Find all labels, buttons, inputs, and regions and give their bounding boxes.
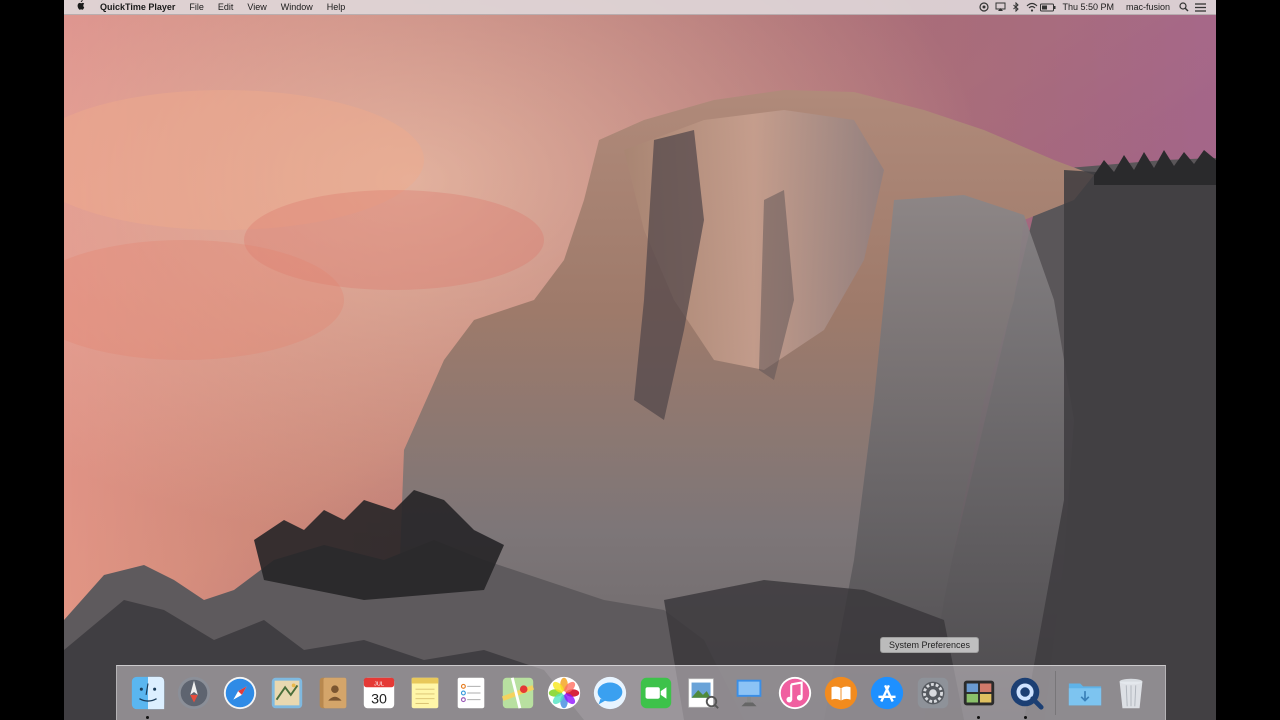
menu-user[interactable]: mac-fusion [1120,0,1176,14]
itunes-icon[interactable] [775,673,815,713]
battery-icon[interactable] [1040,0,1056,14]
menu-file[interactable]: File [182,0,211,14]
menu-app-name[interactable]: QuickTime Player [93,0,182,14]
display-icon[interactable] [976,0,992,14]
menu-bar: QuickTime Player File Edit View Window H… [64,0,1216,15]
safari-icon[interactable] [220,673,260,713]
notification-center-icon[interactable] [1192,0,1208,14]
calendar-icon[interactable]: JUL 30 [359,673,399,713]
preview-icon[interactable] [682,673,722,713]
wifi-icon[interactable] [1024,0,1040,14]
menu-view[interactable]: View [240,0,273,14]
folder-icon[interactable] [1065,673,1105,713]
running-indicator [1023,716,1027,719]
finder-icon[interactable] [128,673,168,719]
trash-icon[interactable] [1111,673,1151,713]
menu-edit[interactable]: Edit [211,0,241,14]
calendar-month: JUL [374,681,384,687]
mail-icon[interactable] [267,673,307,713]
dock: JUL 30 [116,665,1166,720]
airplay-icon[interactable] [992,0,1008,14]
maps-icon[interactable] [498,673,538,713]
app-store-icon[interactable] [867,673,907,713]
apple-icon[interactable] [64,0,93,15]
contacts-icon[interactable] [313,673,353,713]
menu-window[interactable]: Window [274,0,320,14]
bluetooth-icon[interactable] [1008,0,1024,14]
ibooks-icon[interactable] [821,673,861,713]
keynote-icon[interactable] [729,673,769,713]
system-preferences-icon[interactable] [913,673,953,713]
messages-icon[interactable] [590,673,630,713]
photo-booth-icon[interactable] [959,673,999,719]
spotlight-icon[interactable] [1176,0,1192,14]
running-indicator [977,716,981,719]
notes-icon[interactable] [405,673,445,713]
calendar-day: 30 [371,691,387,707]
reminders-icon[interactable] [451,673,491,713]
running-indicator [146,716,150,719]
menu-help[interactable]: Help [320,0,353,14]
desktop-wallpaper [64,0,1216,720]
facetime-icon[interactable] [636,673,676,713]
dock-tooltip: System Preferences [880,637,980,653]
menu-clock[interactable]: Thu 5:50 PM [1056,0,1120,14]
quicktime-icon[interactable] [1006,673,1046,719]
desktop: QuickTime Player File Edit View Window H… [64,0,1216,720]
dock-separator [1054,671,1056,715]
photos-icon[interactable] [544,673,584,713]
launchpad-icon[interactable] [174,673,214,713]
